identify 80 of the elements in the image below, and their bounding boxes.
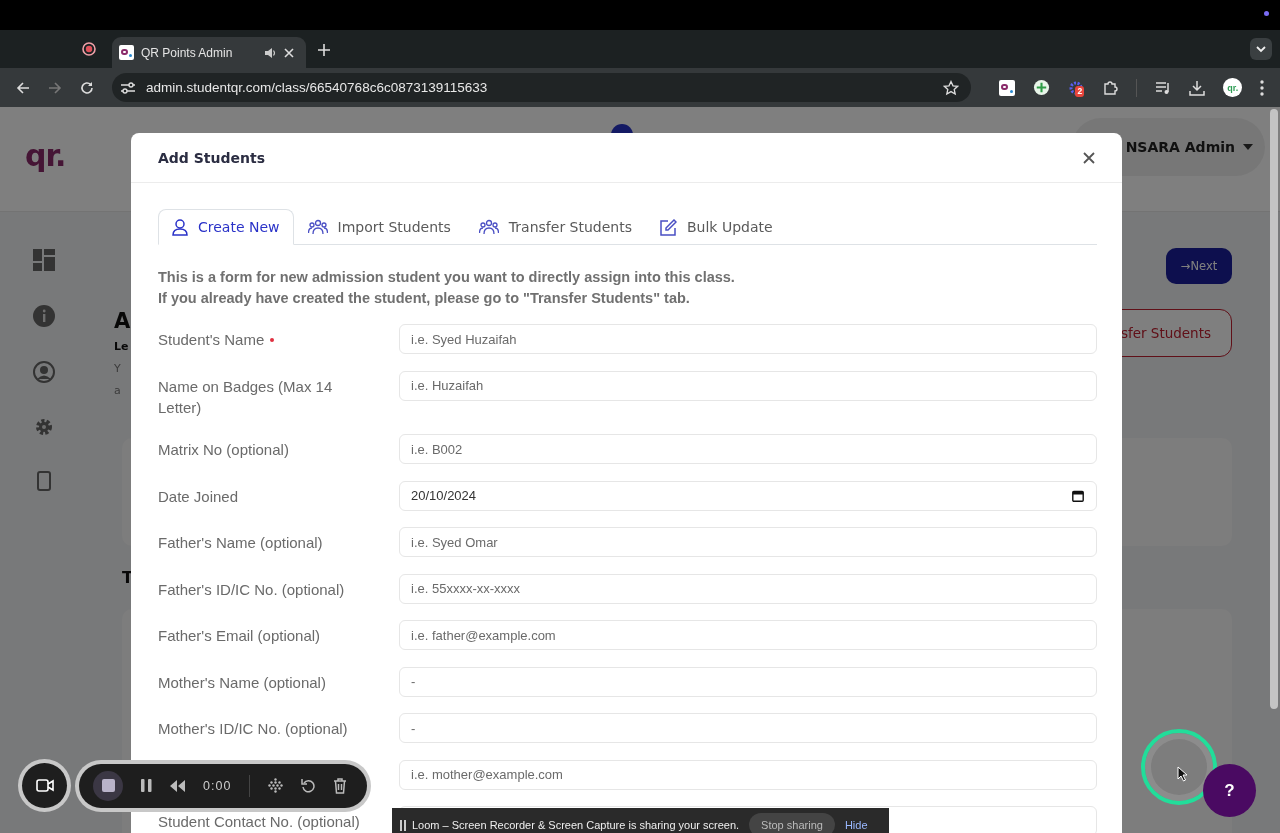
puzzle-icon[interactable] — [1102, 79, 1119, 96]
site-settings-icon[interactable] — [120, 80, 136, 95]
dialog-title: Add Students — [158, 149, 265, 166]
menu-icon[interactable] — [1260, 79, 1264, 96]
recording-timer: 0:00 — [203, 778, 232, 793]
field-label: Date Joined — [158, 486, 239, 507]
text-field[interactable]: i.e. Syed Huzaifah — [399, 324, 1097, 354]
stop-button[interactable] — [93, 770, 123, 801]
browser-tab[interactable]: QR Points Admin — [112, 37, 306, 68]
recording-icon — [82, 42, 96, 56]
field-label: Father's Email (optional) — [158, 626, 321, 646]
pause-icon[interactable] — [141, 779, 152, 792]
burst-icon — [1068, 79, 1085, 96]
speaker-icon[interactable] — [263, 45, 277, 60]
dot-grid-icon[interactable] — [268, 778, 284, 793]
reload-icon[interactable] — [80, 80, 94, 95]
field-label: Matrix No (optional) — [158, 440, 289, 460]
undo-icon[interactable] — [301, 778, 316, 793]
extension-button[interactable]: 2 — [1068, 79, 1085, 96]
page-title: A — [114, 308, 131, 335]
field-label: Name on Badges (Max 14 Letter) — [158, 376, 334, 418]
tab[interactable]: Create New — [158, 209, 294, 245]
media-icon[interactable] — [1155, 79, 1172, 96]
user-icon[interactable] — [33, 361, 55, 383]
status-dot — [1264, 11, 1269, 16]
text-field[interactable]: i.e. 55xxxx-xx-xxxx — [399, 573, 1097, 604]
group-icon — [307, 219, 328, 235]
page-text: Le — [114, 339, 129, 355]
plus-extension-icon[interactable] — [1033, 79, 1051, 96]
group-icon — [478, 219, 499, 235]
share-message: Loom – Screen Recorder & Screen Capture is sharing your screen. — [412, 819, 740, 831]
text-field[interactable]: i.e. mother@example.com — [399, 759, 1097, 790]
field-label: Mother's ID/IC No. (optional) — [158, 719, 348, 739]
text-field[interactable]: - — [399, 666, 1097, 697]
tab[interactable]: Import Students — [293, 209, 465, 245]
logo: qr. — [25, 137, 66, 173]
tab[interactable]: Bulk Update — [646, 209, 787, 245]
hide-link[interactable]: Hide — [844, 819, 868, 831]
calendar-icon[interactable] — [1072, 489, 1084, 502]
text-field[interactable]: i.e. B002 — [399, 434, 1097, 464]
phone-icon[interactable] — [37, 471, 51, 491]
field-label: Father's ID/IC No. (optional) — [158, 579, 345, 600]
trash-icon[interactable] — [333, 777, 348, 794]
qr-extension-icon[interactable] — [998, 79, 1016, 96]
close-icon[interactable] — [1083, 151, 1095, 164]
edit-icon — [660, 218, 677, 236]
text-field[interactable]: - — [399, 713, 1097, 743]
field-label: Mother's Name (optional) — [158, 672, 326, 693]
camera-icon — [35, 779, 54, 792]
chevron-icon — [1256, 45, 1266, 53]
field-label: Father's Name (optional) — [158, 533, 323, 553]
person-icon — [172, 218, 188, 236]
mouse-cursor-icon — [1177, 766, 1188, 782]
next-button[interactable]: →Next — [1166, 248, 1232, 284]
page-text: Y — [114, 361, 121, 377]
settings-icon[interactable] — [34, 417, 54, 437]
forward-icon[interactable] — [48, 80, 62, 95]
tab[interactable]: Transfer Students — [464, 209, 646, 245]
date-field[interactable]: 20/10/2024 — [399, 480, 1097, 511]
rewind-icon[interactable] — [170, 779, 185, 792]
text-field[interactable]: i.e. father@example.com — [399, 620, 1097, 650]
new-tab-icon[interactable] — [318, 44, 330, 56]
download-icon[interactable] — [1189, 79, 1206, 96]
star-icon[interactable] — [942, 79, 959, 96]
text-field[interactable]: i.e. Huzaifah — [399, 370, 1097, 401]
text-field[interactable]: i.e. Syed Omar — [399, 527, 1097, 557]
caret-icon — [1243, 144, 1253, 150]
field-label: Student's Name — [158, 330, 265, 350]
back-icon[interactable] — [16, 80, 30, 95]
grip-icon — [400, 819, 406, 831]
page-text: a — [114, 383, 121, 399]
form-description: This is a form for new admission student you want to directly assign into this class. — [158, 268, 736, 287]
info-icon[interactable] — [33, 305, 55, 327]
tab-search-button[interactable] — [1250, 38, 1272, 60]
form-description: If you already have created the student, please go to "Transfer Students" tab. — [158, 289, 691, 308]
dashboard-icon[interactable] — [33, 249, 55, 271]
field-label: Student Contact No. (optional) — [158, 812, 360, 832]
count-badge: 2 — [1075, 85, 1085, 97]
qr-favicon-icon — [119, 45, 134, 60]
stop-sharing-button[interactable]: Stop sharing — [749, 813, 835, 833]
